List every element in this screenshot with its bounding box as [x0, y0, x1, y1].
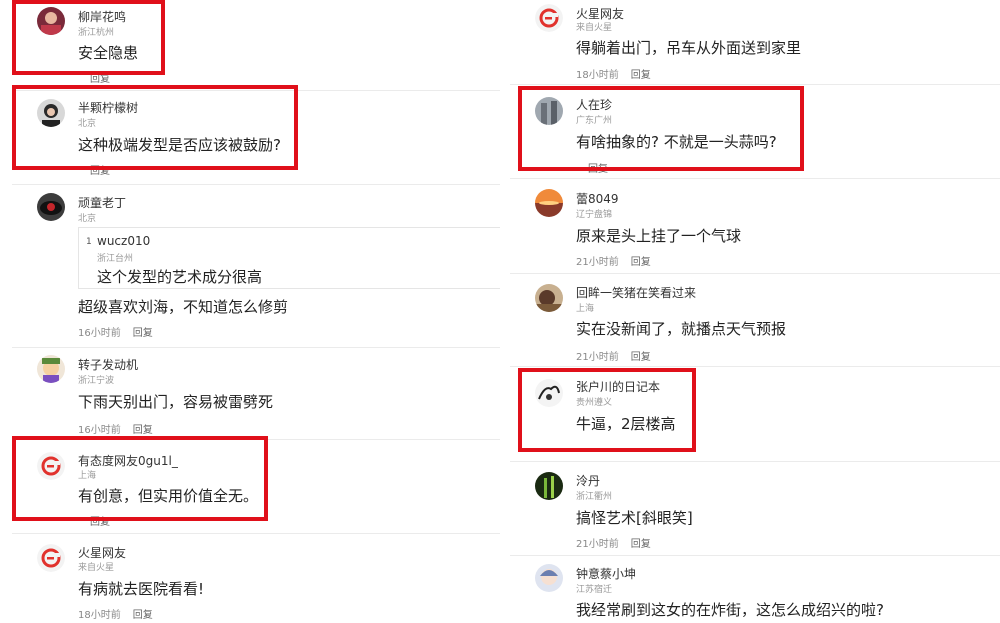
netease-logo-icon[interactable] [535, 4, 563, 32]
quote-text: 这个发型的艺术成分很高 [97, 268, 263, 286]
comment-location: 江苏宿迁 [576, 585, 613, 595]
comment-location: 浙江衢州 [576, 492, 613, 502]
highlight-box [12, 85, 298, 170]
comment-time: 21小时前 [576, 539, 619, 550]
comment-author[interactable]: 火星网友 [78, 544, 126, 561]
comment-meta: 18小时前 回复 [78, 606, 153, 621]
avatar-photo-green-icon[interactable] [535, 472, 563, 500]
comment-time: 16小时前 [78, 425, 121, 436]
comment-author[interactable]: 回眸一笑猪在笑看过来 [576, 284, 696, 301]
comment-text: 实在没新闻了，就播点天气预报 [576, 320, 787, 338]
comment-item: 钟意蔡小坤 江苏宿迁 我经常刷到这女的在炸街，这怎么成绍兴的啦? [510, 556, 1000, 623]
quoted-comment: 1 wucz010 浙江台州 这个发型的艺术成分很高 [78, 227, 500, 289]
comment-author[interactable]: 转子发动机 [78, 356, 138, 373]
reply-button[interactable]: 回复 [133, 328, 153, 339]
quote-floor-number: 1 [86, 237, 92, 247]
comment-location: 上海 [576, 304, 595, 314]
reply-button[interactable]: 回复 [631, 70, 651, 81]
comment-text: 得躺着出门，吊车从外面送到家里 [576, 39, 802, 57]
comment-text: 搞怪艺术[斜眼笑] [576, 509, 693, 527]
comment-location: 辽宁盘锦 [576, 210, 613, 220]
comment-author[interactable]: 钟意蔡小坤 [576, 565, 636, 582]
reply-button[interactable]: 回复 [631, 539, 651, 550]
comment-item: 火星网友 来自火星 得躺着出门，吊车从外面送到家里 18小时前 回复 [510, 0, 1000, 84]
comment-time: 16小时前 [78, 328, 121, 339]
comment-item: 转子发动机 浙江宁波 下雨天别出门，容易被雷劈死 16小时前 回复 [12, 348, 500, 438]
comment-location: 来自火星 [576, 23, 613, 33]
comment-meta: 21小时前 回复 [576, 348, 651, 363]
quote-location: 浙江台州 [97, 254, 134, 264]
comment-item: 回眸一笑猪在笑看过来 上海 实在没新闻了，就播点天气预报 21小时前 回复 [510, 274, 1000, 366]
avatar-photo-sunset-icon[interactable] [535, 189, 563, 217]
highlight-box [12, 0, 165, 75]
comment-meta: 16小时前 回复 [78, 421, 153, 436]
netease-logo-icon[interactable] [37, 544, 65, 572]
highlight-box [518, 86, 804, 171]
avatar-photo-landscape-icon[interactable] [535, 284, 563, 312]
avatar-cartoon-icon[interactable] [37, 355, 65, 383]
comment-item: 蕾8049 辽宁盘锦 原来是头上挂了一个气球 21小时前 回复 [510, 179, 1000, 273]
reply-button[interactable]: 回复 [631, 257, 651, 268]
comment-text: 下雨天别出门，容易被雷劈死 [78, 393, 274, 411]
avatar-photo-car-icon[interactable] [37, 193, 65, 221]
comment-text: 有病就去医院看看! [78, 580, 205, 598]
comment-meta: 21小时前 回复 [576, 253, 651, 268]
comment-time: 21小时前 [576, 352, 619, 363]
comment-location: 来自火星 [78, 563, 115, 573]
comment-author[interactable]: 泠丹 [576, 472, 600, 489]
comment-meta: 16小时前 回复 [78, 324, 153, 339]
comment-item: 顽童老丁 北京 1 wucz010 浙江台州 这个发型的艺术成分很高 超级喜欢刘… [12, 185, 500, 347]
reply-button[interactable]: 回复 [133, 425, 153, 436]
comment-meta: 21小时前 回复 [576, 535, 651, 550]
comment-text: 原来是头上挂了一个气球 [576, 227, 742, 245]
comment-text: 我经常刷到这女的在炸街，这怎么成绍兴的啦? [576, 601, 884, 619]
comment-time: 18小时前 [78, 610, 121, 621]
comment-time: 18小时前 [576, 70, 619, 81]
comment-text: 超级喜欢刘海，不知道怎么修剪 [78, 298, 289, 316]
comment-location: 浙江宁波 [78, 376, 115, 386]
comment-meta: 18小时前 回复 [576, 66, 651, 81]
comment-author[interactable]: 顽童老丁 [78, 194, 126, 211]
highlight-box [518, 368, 696, 452]
highlight-box [12, 436, 268, 521]
reply-button[interactable]: 回复 [631, 352, 651, 363]
comment-location: 北京 [78, 214, 97, 224]
comment-time: 21小时前 [576, 257, 619, 268]
comment-item: 火星网友 来自火星 有病就去医院看看! 18小时前 回复 [12, 534, 500, 623]
quote-author[interactable]: wucz010 [97, 234, 150, 248]
avatar-anime-icon[interactable] [535, 564, 563, 592]
reply-button[interactable]: 回复 [90, 74, 110, 85]
comment-author[interactable]: 蕾8049 [576, 190, 619, 207]
comment-item: 泠丹 浙江衢州 搞怪艺术[斜眼笑] 21小时前 回复 [510, 462, 1000, 555]
reply-button[interactable]: 回复 [133, 610, 153, 621]
